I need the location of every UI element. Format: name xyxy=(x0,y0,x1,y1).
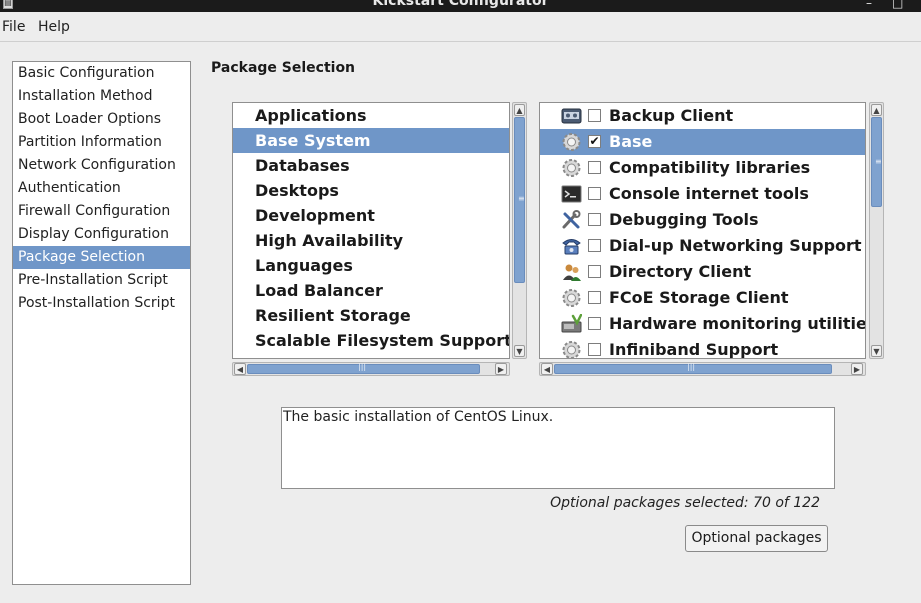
scroll-up-arrow-icon[interactable]: ▲ xyxy=(514,104,525,116)
nav-item-partition-information[interactable]: Partition Information xyxy=(13,131,190,154)
package-label: Backup Client xyxy=(609,106,734,125)
package-item-debugging-tools[interactable]: Debugging Tools xyxy=(540,207,865,233)
nav-item-package-selection[interactable]: Package Selection xyxy=(13,246,190,269)
package-list-vertical-scrollbar[interactable]: ▲ ≡ ▼ xyxy=(869,102,884,359)
package-checkbox[interactable] xyxy=(588,317,601,330)
group-item-development[interactable]: Development xyxy=(233,203,509,228)
group-item-high-availability[interactable]: High Availability xyxy=(233,228,509,253)
package-item-console-internet-tools[interactable]: Console internet tools xyxy=(540,181,865,207)
nav-item-firewall-configuration[interactable]: Firewall Configuration xyxy=(13,200,190,223)
scroll-right-arrow-icon[interactable]: ▶ xyxy=(851,363,863,375)
tape-drive-icon xyxy=(561,108,582,124)
gear-icon xyxy=(562,133,581,151)
group-item-databases[interactable]: Databases xyxy=(233,153,509,178)
gear-icon xyxy=(562,159,581,177)
scroll-right-arrow-icon[interactable]: ▶ xyxy=(495,363,507,375)
package-item-compatibility-libraries[interactable]: Compatibility libraries xyxy=(540,155,865,181)
group-list-horizontal-scrollbar[interactable]: ◀ ||| ▶ xyxy=(232,362,510,376)
scrollbar-thumb[interactable]: ||| xyxy=(554,362,832,374)
nav-item-network-configuration[interactable]: Network Configuration xyxy=(13,154,190,177)
nav-item-installation-method[interactable]: Installation Method xyxy=(13,85,190,108)
nav-item-post-installation-script[interactable]: Post-Installation Script xyxy=(13,292,190,315)
section-nav-list: Basic Configuration Installation Method … xyxy=(12,61,191,585)
nav-item-boot-loader-options[interactable]: Boot Loader Options xyxy=(13,108,190,131)
scroll-down-arrow-icon[interactable]: ▼ xyxy=(871,345,882,357)
optional-packages-button[interactable]: Optional packages xyxy=(685,525,828,552)
minimize-icon[interactable]: – xyxy=(866,0,872,9)
package-item-dial-up-networking-support[interactable]: Dial-up Networking Support xyxy=(540,233,865,259)
group-item-languages[interactable]: Languages xyxy=(233,253,509,278)
scroll-left-arrow-icon[interactable]: ◀ xyxy=(234,363,246,375)
scrollbar-thumb[interactable]: ≡ xyxy=(514,117,525,283)
hardware-monitor-icon xyxy=(561,314,582,333)
package-list: Backup Client ✔ Base Compatibility libra… xyxy=(539,102,866,359)
scroll-left-arrow-icon[interactable]: ◀ xyxy=(541,363,553,375)
tools-icon xyxy=(562,210,581,229)
package-label: FCoE Storage Client xyxy=(609,288,789,307)
nav-item-pre-installation-script[interactable]: Pre-Installation Script xyxy=(13,269,190,292)
group-item-load-balancer[interactable]: Load Balancer xyxy=(233,278,509,303)
window-title: Kickstart Configurator xyxy=(372,0,549,9)
package-checkbox[interactable] xyxy=(588,239,601,252)
page-title: Package Selection xyxy=(211,60,356,76)
menu-help[interactable]: Help xyxy=(38,19,70,35)
scrollbar-thumb[interactable]: ||| xyxy=(247,362,480,374)
group-item-desktops[interactable]: Desktops xyxy=(233,178,509,203)
group-item-scalable-filesystem-support[interactable]: Scalable Filesystem Support xyxy=(233,328,509,353)
users-icon xyxy=(563,264,581,281)
package-label: Compatibility libraries xyxy=(609,158,811,177)
group-item-applications[interactable]: Applications xyxy=(233,103,509,128)
package-item-base[interactable]: ✔ Base xyxy=(540,129,865,155)
scroll-up-arrow-icon[interactable]: ▲ xyxy=(871,104,882,116)
package-label: Dial-up Networking Support xyxy=(609,236,862,255)
maximize-icon[interactable]: □ xyxy=(892,0,903,9)
package-group-list: Applications Base System Databases Deskt… xyxy=(232,102,510,359)
package-checkbox-checked[interactable]: ✔ xyxy=(588,135,601,148)
package-item-backup-client[interactable]: Backup Client xyxy=(540,103,865,129)
gear-icon xyxy=(562,341,581,358)
package-checkbox[interactable] xyxy=(588,109,601,122)
package-checkbox[interactable] xyxy=(588,343,601,356)
gear-icon xyxy=(562,289,581,307)
package-label: Infiniband Support xyxy=(609,340,779,359)
menu-file[interactable]: File xyxy=(2,19,25,35)
nav-item-basic-configuration[interactable]: Basic Configuration xyxy=(13,62,190,85)
title-bar: ▤ Kickstart Configurator – □ xyxy=(0,0,921,12)
package-checkbox[interactable] xyxy=(588,187,601,200)
package-label: Hardware monitoring utilities xyxy=(609,314,865,333)
package-description-box: The basic installation of CentOS Linux. xyxy=(281,407,835,489)
terminal-icon xyxy=(561,185,582,203)
telephone-icon xyxy=(562,239,581,255)
package-checkbox[interactable] xyxy=(588,291,601,304)
package-checkbox[interactable] xyxy=(588,213,601,226)
group-list-vertical-scrollbar[interactable]: ▲ ≡ ▼ xyxy=(512,102,527,359)
package-description-text: The basic installation of CentOS Linux. xyxy=(283,409,554,425)
scroll-down-arrow-icon[interactable]: ▼ xyxy=(514,345,525,357)
package-label: Base xyxy=(609,132,653,151)
package-label: Directory Client xyxy=(609,262,752,281)
package-item-fcoe-storage-client[interactable]: FCoE Storage Client xyxy=(540,285,865,311)
group-item-base-system[interactable]: Base System xyxy=(233,128,509,153)
group-item-resilient-storage[interactable]: Resilient Storage xyxy=(233,303,509,328)
package-label: Console internet tools xyxy=(609,184,809,203)
optional-packages-count: Optional packages selected: 70 of 122 xyxy=(550,495,820,511)
package-label: Debugging Tools xyxy=(609,210,759,229)
package-item-hardware-monitoring-utilities[interactable]: Hardware monitoring utilities xyxy=(540,311,865,337)
scrollbar-thumb[interactable]: ≡ xyxy=(871,117,882,207)
menu-bar: File Help xyxy=(0,12,921,42)
nav-item-authentication[interactable]: Authentication xyxy=(13,177,190,200)
nav-item-display-configuration[interactable]: Display Configuration xyxy=(13,223,190,246)
package-item-directory-client[interactable]: Directory Client xyxy=(540,259,865,285)
package-list-horizontal-scrollbar[interactable]: ◀ ||| ▶ xyxy=(539,362,866,376)
package-checkbox[interactable] xyxy=(588,161,601,174)
package-checkbox[interactable] xyxy=(588,265,601,278)
package-item-infiniband-support[interactable]: Infiniband Support xyxy=(540,337,865,359)
